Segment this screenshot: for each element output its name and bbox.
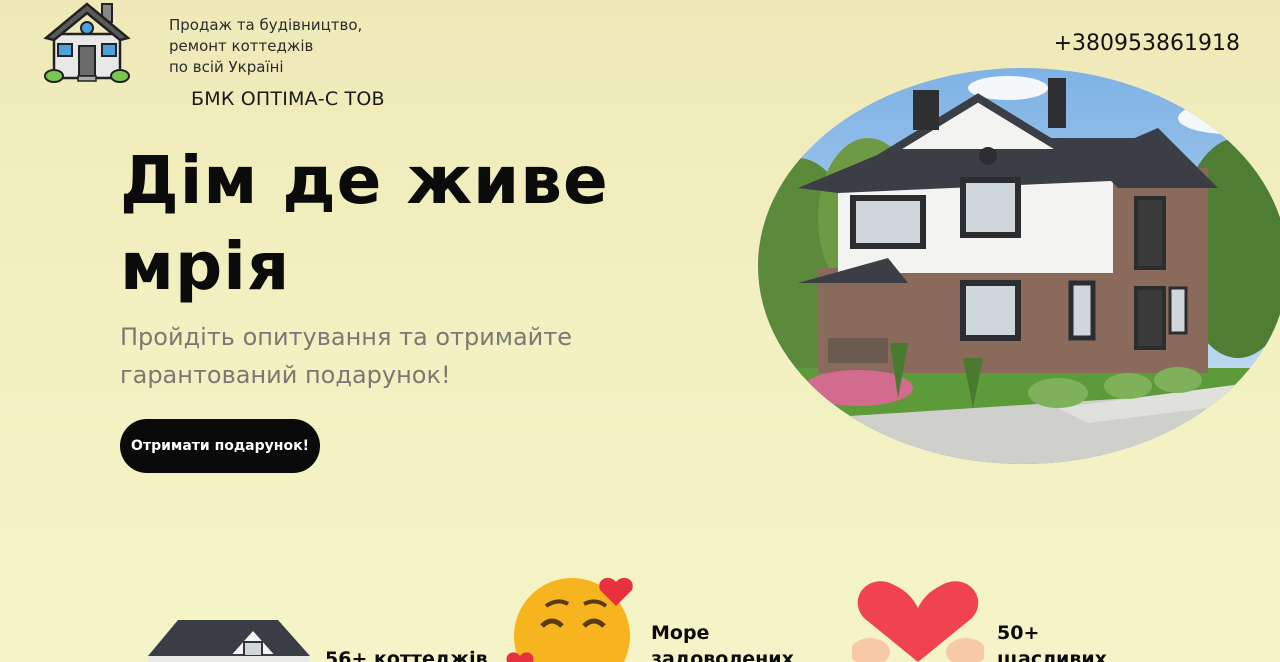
stat-label: 56+ коттеджів (325, 648, 488, 662)
stat-happy: 50+ щасливих (997, 620, 1147, 662)
house-photo (758, 68, 1280, 464)
hero-subtitle: Пройдіть опитування та отримайте гаранто… (120, 323, 573, 389)
house-roof-icon (148, 616, 310, 662)
company-name: БМК ОПТІМА-С ТОВ (191, 88, 385, 110)
phone-number[interactable]: +380953861918 (1054, 31, 1240, 56)
heart-in-hands-icon (850, 578, 986, 662)
stat-cottages: 56+ коттеджів (325, 646, 500, 662)
tagline-line: Продаж та будівництво, (169, 16, 363, 34)
tagline-line: по всій Україні (169, 58, 284, 76)
tagline-line: ремонт коттеджів (169, 37, 314, 55)
header-tagline: Продаж та будівництво, ремонт коттеджів … (169, 15, 362, 78)
smiling-face-with-hearts-icon (506, 576, 646, 662)
stat-label: Море задоволених (651, 622, 794, 662)
get-gift-button[interactable]: Отримати подарунок! (120, 419, 320, 473)
stat-satisfied: Море задоволених (651, 620, 821, 662)
house-logo-icon[interactable] (42, 0, 132, 86)
hero-title: Дім де живе мрія (120, 142, 609, 305)
stat-label: 50+ щасливих (997, 622, 1107, 662)
